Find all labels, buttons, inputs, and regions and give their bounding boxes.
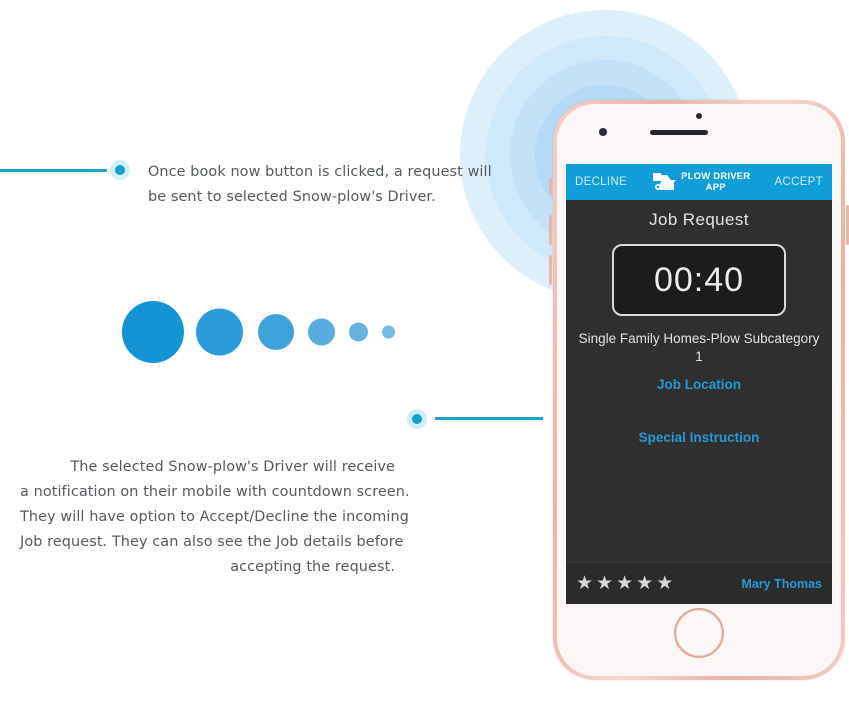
decorative-dot-2 — [196, 308, 243, 356]
star-icon: ★ — [636, 573, 654, 594]
earpiece-speaker-icon — [650, 130, 708, 135]
star-icon: ★ — [596, 573, 614, 594]
decorative-dot-4 — [308, 318, 335, 346]
decorative-dot-row — [122, 297, 412, 367]
connector-line-top — [0, 169, 107, 172]
annotation-text-bottom: The selected Snow-plow's Driver will rec… — [20, 455, 410, 580]
special-instruction-link[interactable]: Special Instruction — [566, 430, 832, 445]
annotation-bottom-line-2: a notification on their mobile with coun… — [20, 484, 410, 500]
connector-dot-bottom — [407, 409, 427, 429]
decline-button[interactable]: DECLINE — [575, 176, 627, 188]
plow-truck-icon — [651, 171, 677, 193]
decorative-dot-1 — [122, 301, 184, 363]
phone-screen: DECLINE PLOW DRIVER APP ACCEPT Job Reque… — [566, 164, 832, 604]
star-icon: ★ — [656, 573, 674, 594]
connector-dot-top — [110, 160, 130, 180]
job-location-link[interactable]: Job Location — [566, 377, 832, 392]
app-header-bar: DECLINE PLOW DRIVER APP ACCEPT — [566, 164, 832, 200]
app-brand-line-1: PLOW DRIVER — [681, 171, 751, 182]
annotation-top-line-2: be sent to selected Snow-plow's Driver. — [148, 189, 436, 205]
accept-button[interactable]: ACCEPT — [775, 176, 823, 188]
star-icon: ★ — [576, 573, 594, 594]
decorative-dot-6 — [382, 325, 395, 339]
screen-footer-bar: ★ ★ ★ ★ ★ Mary Thomas — [566, 562, 832, 604]
volume-down-button[interactable] — [549, 255, 552, 285]
decorative-dot-5 — [349, 322, 368, 342]
driver-name-label[interactable]: Mary Thomas — [741, 577, 822, 591]
annotation-text-top: Once book now button is clicked, a reque… — [148, 160, 492, 210]
annotation-bottom-line-1: The selected Snow-plow's Driver will rec… — [70, 459, 395, 475]
annotation-top-line-1: Once book now button is clicked, a reque… — [148, 164, 492, 180]
phone-mockup: DECLINE PLOW DRIVER APP ACCEPT Job Reque… — [549, 100, 849, 680]
home-button[interactable] — [674, 608, 724, 658]
driver-rating-stars: ★ ★ ★ ★ ★ — [576, 574, 673, 593]
annotation-bottom-line-4: Job request. They can also see the Job d… — [20, 534, 404, 550]
phone-body: DECLINE PLOW DRIVER APP ACCEPT Job Reque… — [557, 104, 841, 676]
app-brand-line-2: APP — [705, 182, 726, 193]
front-camera-icon — [696, 113, 702, 119]
countdown-timer-value: 00:40 — [653, 260, 745, 299]
connector-line-bottom — [435, 417, 543, 420]
volume-up-button[interactable] — [549, 215, 552, 245]
countdown-timer-box: 00:40 — [612, 244, 786, 316]
mute-switch-button[interactable] — [549, 178, 552, 195]
annotation-bottom-line-5: accepting the request. — [230, 559, 395, 575]
job-request-title: Job Request — [649, 210, 749, 229]
star-icon: ★ — [616, 573, 634, 594]
decorative-dot-3 — [258, 314, 294, 350]
job-subcategory-text: Single Family Homes-Plow Subcategory 1 — [578, 331, 820, 364]
app-brand: PLOW DRIVER APP — [651, 171, 750, 193]
annotation-bottom-line-3: They will have option to Accept/Decline … — [20, 509, 409, 525]
proximity-sensor-icon — [599, 128, 607, 136]
app-brand-text: PLOW DRIVER APP — [681, 171, 750, 193]
